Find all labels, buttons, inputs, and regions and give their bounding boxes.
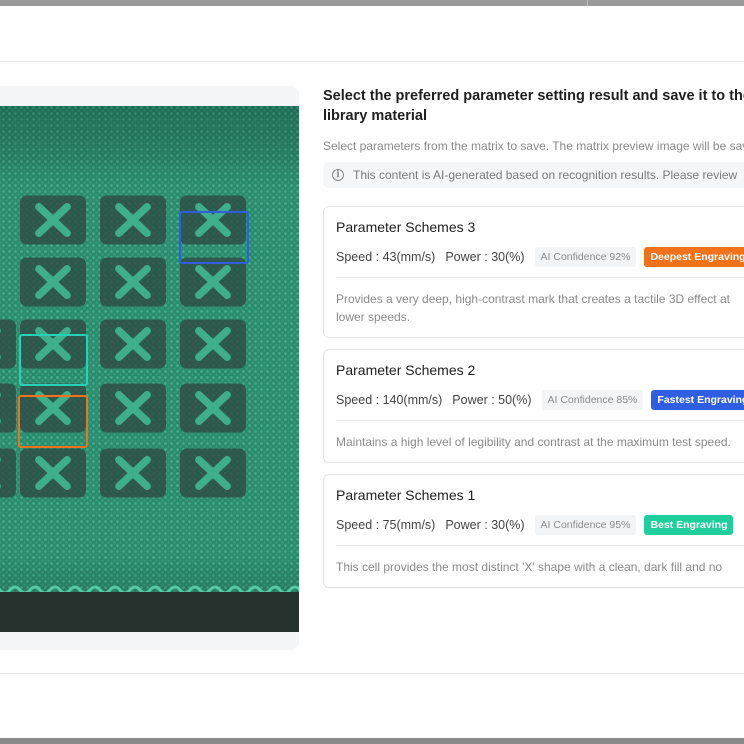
scheme-card-1[interactable]: Parameter Schemes 1 Speed : 75(mm/s) Pow…: [323, 474, 744, 588]
confidence-badge: AI Confidence 92%: [534, 247, 637, 267]
scheme-name: Parameter Schemes 1: [336, 487, 476, 503]
tag-badge-fastest: Fastest Engraving: [651, 390, 744, 410]
ai-notice-text: This content is AI-generated based on re…: [353, 168, 738, 182]
matrix-preview-image: [0, 106, 299, 632]
scheme-power: Power : 50(%): [452, 393, 532, 407]
scheme-card-2[interactable]: Parameter Schemes 2 Speed : 140(mm/s) Po…: [323, 349, 744, 463]
scheme-power: Power : 30(%): [445, 250, 525, 264]
scheme-meta: Speed : 75(mm/s) Power : 30(%) AI Confid…: [336, 515, 734, 535]
ai-notice-banner: i This content is AI-generated based on …: [323, 162, 744, 188]
confidence-badge: AI Confidence 85%: [541, 390, 644, 410]
tag-badge-best: Best Engraving: [644, 515, 734, 535]
card-divider: [336, 277, 744, 278]
scheme-selection-panel: Select the preferred parameter setting r…: [323, 86, 744, 188]
card-divider: [336, 545, 744, 546]
scheme-name: Parameter Schemes 2: [336, 362, 476, 378]
dialog-title: Select the preferred parameter setting r…: [323, 88, 744, 124]
scheme-description: Maintains a high level of legibility and…: [336, 435, 731, 449]
scheme-meta: Speed : 140(mm/s) Power : 50(%) AI Confi…: [336, 390, 744, 410]
scheme-speed: Speed : 140(mm/s): [336, 393, 443, 407]
card-divider: [336, 420, 744, 421]
matrix-preview-panel: [0, 86, 299, 650]
tag-badge-deepest: Deepest Engraving: [644, 247, 744, 267]
scheme-speed: Speed : 75(mm/s): [336, 518, 436, 532]
footer-divider: [0, 673, 744, 674]
scheme-speed: Speed : 43(mm/s): [336, 250, 436, 264]
confidence-badge: AI Confidence 95%: [534, 515, 637, 535]
scheme-meta: Speed : 43(mm/s) Power : 30(%) AI Confid…: [336, 247, 744, 267]
scheme-card-3[interactable]: Parameter Schemes 3 Speed : 43(mm/s) Pow…: [323, 206, 744, 338]
info-icon: i: [332, 169, 344, 181]
engraving-matrix: [0, 195, 246, 497]
dialog-subtitle: Select parameters from the matrix to sav…: [323, 139, 744, 153]
window-bottom-strip: [0, 738, 744, 744]
scheme-description: Provides a very deep, high-contrast mark…: [336, 292, 730, 324]
scheme-power: Power : 30(%): [445, 518, 525, 532]
scheme-description: This cell provides the most distinct 'X'…: [336, 560, 723, 574]
scheme-name: Parameter Schemes 3: [336, 219, 476, 235]
save-parameters-dialog: Select the preferred parameter setting r…: [0, 6, 744, 738]
header-divider: [0, 61, 744, 62]
